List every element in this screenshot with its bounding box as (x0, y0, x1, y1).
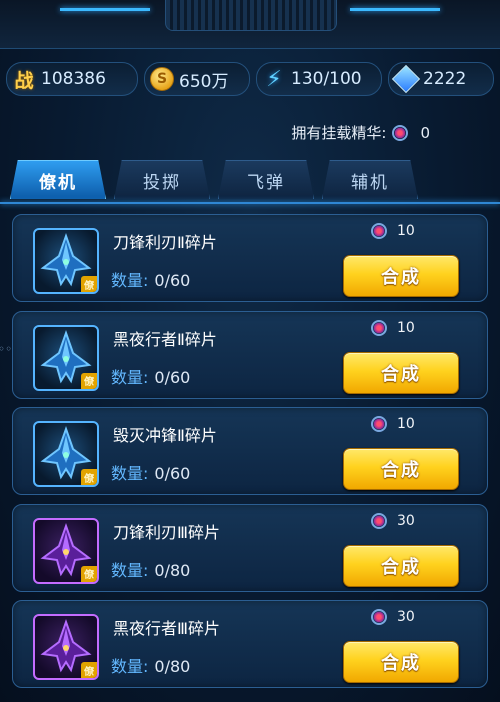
frame-vent (165, 0, 337, 31)
wingman-thumbnail[interactable]: 僚 (33, 421, 99, 487)
tab-missile[interactable]: 飞弹 (218, 160, 314, 199)
essence-chip-icon (371, 512, 387, 529)
cost-value: 10 (397, 223, 415, 239)
cost-value: 30 (397, 609, 415, 625)
wingman-badge: 僚 (81, 662, 97, 678)
quantity-value: 0/60 (154, 271, 191, 290)
fragment-quantity: 数量: 0/60 (111, 267, 190, 291)
gold-coin-icon: S (150, 67, 174, 91)
top-frame (0, 0, 500, 49)
quantity-value: 0/60 (154, 464, 191, 483)
essence-cost: 10 (371, 416, 415, 432)
tab-underline (0, 202, 500, 204)
energy-stat: ⚡ 130/100 (256, 62, 382, 96)
wingman-thumbnail[interactable]: 僚 (33, 324, 99, 391)
category-tabs: 僚机 投掷 飞弹 辅机 (8, 158, 492, 202)
wingman-badge: 僚 (81, 565, 97, 582)
quantity-value: 0/60 (154, 367, 191, 387)
gold-stat: S 650万 (144, 62, 250, 96)
frame-light (350, 8, 440, 11)
essence-label: 拥有挂载精华: (291, 124, 387, 142)
wingman-thumbnail[interactable]: 僚 (33, 614, 99, 680)
fragment-name: 刀锋利刃Ⅲ碎片 (113, 522, 221, 542)
cost-value: 10 (397, 416, 415, 432)
synthesize-button[interactable]: 合成 (343, 255, 459, 297)
quantity-label: 数量: (111, 560, 149, 580)
wingman-thumbnail[interactable]: 僚 (33, 228, 99, 294)
quantity-label: 数量: (111, 367, 149, 387)
synthesize-button[interactable]: 合成 (343, 351, 459, 394)
essence-info: 拥有挂载精华: 0 (291, 122, 430, 143)
diamond-value: 2222 (423, 69, 467, 89)
quantity-value: 0/80 (154, 560, 191, 580)
fragment-name: 黑夜行者Ⅲ碎片 (113, 619, 221, 638)
fragment-quantity: 数量: 0/80 (111, 557, 190, 581)
essence-cost: 10 (371, 319, 415, 336)
tab-throw[interactable]: 投掷 (114, 160, 210, 199)
fragment-quantity: 数量: 0/80 (111, 653, 190, 677)
power-stat: 战 108386 (6, 62, 138, 96)
quantity-label: 数量: (111, 657, 149, 676)
fragment-card: 僚刀锋利刃Ⅲ碎片 数量: 0/80 30 合成 (12, 503, 488, 592)
synthesize-button[interactable]: 合成 (343, 448, 459, 490)
fragment-card: 僚 黑夜行者Ⅲ碎片 数量: 0/80 30 合成 (12, 600, 488, 688)
lightning-icon: ⚡ (266, 66, 282, 92)
quantity-value: 0/80 (154, 657, 191, 676)
essence-chip-icon (371, 609, 387, 625)
essence-cost: 30 (371, 512, 415, 529)
frame-light (60, 8, 150, 11)
power-value: 108386 (41, 69, 106, 89)
quantity-label: 数量: (111, 464, 149, 483)
fragment-name: 毁灭冲锋Ⅱ碎片 (113, 426, 217, 445)
wingman-badge: 僚 (81, 372, 97, 389)
synthesize-button[interactable]: 合成 (343, 544, 459, 587)
essence-chip-icon (371, 319, 387, 336)
essence-chip-icon (371, 223, 387, 239)
synthesize-button[interactable]: 合成 (343, 641, 459, 683)
fragment-card: 僚 毁灭冲锋Ⅱ碎片 数量: 0/60 10 合成 (12, 407, 488, 495)
fragment-quantity: 数量: 0/60 (111, 460, 190, 484)
fragment-name: 刀锋利刃Ⅱ碎片 (113, 233, 217, 252)
wingman-thumbnail[interactable]: 僚 (33, 517, 99, 584)
gold-value: 650万 (179, 71, 229, 92)
essence-chip-icon (371, 416, 387, 432)
power-icon: 战 (14, 69, 34, 92)
fragment-card: 僚黑夜行者Ⅱ碎片 数量: 0/60 10 合成 (12, 310, 488, 399)
energy-value: 130/100 (291, 69, 362, 89)
cost-value: 10 (397, 319, 415, 336)
essence-cost: 30 (371, 609, 415, 625)
fragment-quantity: 数量: 0/60 (111, 364, 190, 388)
essence-cost: 10 (371, 223, 415, 239)
status-bar: 战 108386 S 650万 ⚡ 130/100 2222 (0, 58, 500, 100)
wingman-badge: 僚 (81, 469, 97, 485)
essence-count: 0 (420, 123, 430, 142)
side-handle-icon: ◦◦ (0, 342, 13, 356)
quantity-label: 数量: (111, 271, 149, 290)
tab-wingman[interactable]: 僚机 (10, 160, 106, 199)
fragment-card: 僚 刀锋利刃Ⅱ碎片 数量: 0/60 10 合成 (12, 214, 488, 302)
essence-chip-icon (392, 124, 409, 141)
fragment-name: 黑夜行者Ⅱ碎片 (113, 329, 217, 349)
diamond-stat: 2222 (388, 62, 494, 96)
tab-auxiliary[interactable]: 辅机 (322, 160, 418, 199)
cost-value: 30 (397, 512, 415, 529)
wingman-badge: 僚 (81, 276, 97, 292)
fragment-list: 僚刀锋利刃Ⅱ碎片 数量: 0/60 10 合成僚黑夜行者Ⅱ碎片 数量: 0/60 10 合成僚毁… (0, 206, 500, 702)
diamond-icon (391, 64, 421, 94)
